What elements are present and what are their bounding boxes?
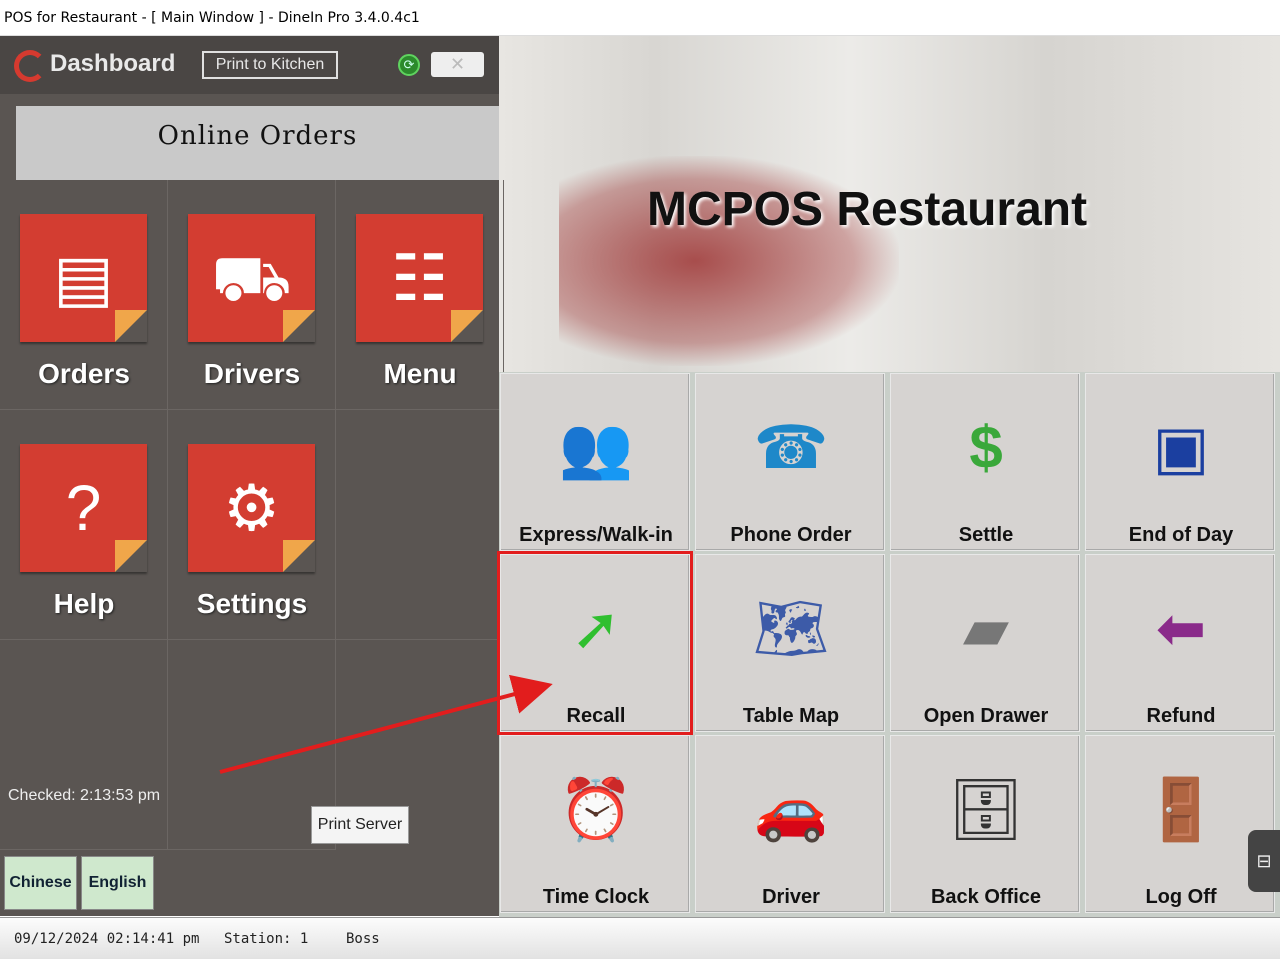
map-icon: 🗺	[752, 595, 830, 662]
button-label: Settle	[958, 524, 1014, 546]
clock-icon: ⏰	[558, 776, 634, 843]
online-orders-button[interactable]: Online Orders	[16, 106, 499, 180]
highlight-box	[497, 551, 693, 735]
open-drawer-button[interactable]: ▰ Open Drawer	[890, 554, 1080, 732]
phone-order-button[interactable]: ☎ Phone Order	[695, 373, 885, 551]
checked-time: Checked: 2:13:53 pm	[8, 787, 161, 804]
refresh-icon[interactable]: ⟳	[398, 54, 420, 76]
telephone-icon: ☎	[753, 414, 829, 481]
settings-tile[interactable]: ⚙ Settings	[168, 410, 336, 640]
log-off-button[interactable]: 🚪 Log Off	[1085, 735, 1275, 913]
file-cabinet-icon: 🗄	[947, 776, 1025, 843]
dashboard-logo-icon	[14, 50, 46, 82]
end-of-day-button[interactable]: ▣ End of Day	[1085, 373, 1275, 551]
side-panel-handle-icon[interactable]: ⊟	[1248, 830, 1280, 892]
button-label: Driver	[762, 886, 820, 908]
print-to-kitchen-button[interactable]: Print to Kitchen	[202, 51, 338, 79]
cash-drawer-icon: ▰	[962, 595, 1010, 662]
refund-button[interactable]: ⬅ Refund	[1085, 554, 1275, 732]
documents-icon: ▤	[53, 242, 114, 314]
button-label: Time Clock	[542, 886, 650, 908]
drivers-label: Drivers	[203, 358, 301, 389]
settle-button[interactable]: $ Settle	[890, 373, 1080, 551]
orders-label: Orders	[38, 358, 130, 389]
express-walk-in-button[interactable]: 👥 Express/Walk-in	[500, 373, 690, 551]
help-label: Help	[53, 588, 115, 619]
brand-banner: MCPOS Restaurant	[499, 36, 1280, 372]
empty-tile	[0, 640, 168, 850]
dashboard-header: Dashboard Print to Kitchen ⟳ ✕	[0, 36, 499, 94]
dashboard-title: Dashboard	[50, 50, 176, 77]
question-icon: ?	[65, 472, 102, 544]
button-label: Phone Order	[730, 524, 852, 546]
empty-tile	[336, 410, 504, 640]
status-user: Boss	[346, 931, 380, 947]
status-datetime: 09/12/2024 02:14:41 pm	[14, 931, 200, 947]
truck-icon: ⛟	[211, 242, 292, 314]
people-icon: 👥	[558, 414, 634, 481]
brand-name: MCPOS Restaurant	[647, 183, 1088, 236]
button-label: Table Map	[742, 705, 840, 727]
button-label: Log Off	[1145, 886, 1217, 908]
button-label: Back Office	[930, 886, 1042, 908]
button-label: Refund	[1146, 705, 1216, 727]
settings-label: Settings	[196, 588, 308, 619]
print-server-button[interactable]: Print Server	[311, 806, 409, 844]
night-dollar-icon: ▣	[1152, 414, 1210, 481]
refund-icon: ⬅	[1155, 595, 1207, 662]
gear-icon: ⚙	[222, 472, 281, 544]
chinese-button[interactable]: Chinese	[4, 856, 77, 910]
time-clock-button[interactable]: ⏰ Time Clock	[500, 735, 690, 913]
back-office-button[interactable]: 🗄 Back Office	[890, 735, 1080, 913]
cars-icon: 🚗	[753, 776, 829, 843]
close-icon[interactable]: ✕	[431, 52, 484, 77]
button-label: Express/Walk-in	[519, 524, 673, 546]
help-tile[interactable]: ? Help	[0, 410, 168, 640]
driver-button[interactable]: 🚗 Driver	[695, 735, 885, 913]
dollar-icon: $	[969, 414, 1003, 481]
window-title: POS for Restaurant - [ Main Window ] - D…	[0, 0, 1280, 36]
status-bar: 09/12/2024 02:14:41 pm Station: 1 Boss	[0, 917, 1280, 959]
list-icon: ☷	[390, 242, 449, 314]
drivers-tile[interactable]: ⛟ Drivers	[168, 180, 336, 410]
menu-label: Menu	[383, 358, 457, 389]
table-map-button[interactable]: 🗺 Table Map	[695, 554, 885, 732]
menu-tile[interactable]: ☷ Menu	[336, 180, 504, 410]
button-label: End of Day	[1128, 524, 1234, 546]
english-button[interactable]: English	[81, 856, 154, 910]
status-station: Station: 1	[224, 931, 309, 947]
orders-tile[interactable]: ▤ Orders	[0, 180, 168, 410]
button-label: Open Drawer	[923, 705, 1049, 727]
dashboard-panel: Dashboard Print to Kitchen ⟳ ✕ Online Or…	[0, 36, 504, 916]
